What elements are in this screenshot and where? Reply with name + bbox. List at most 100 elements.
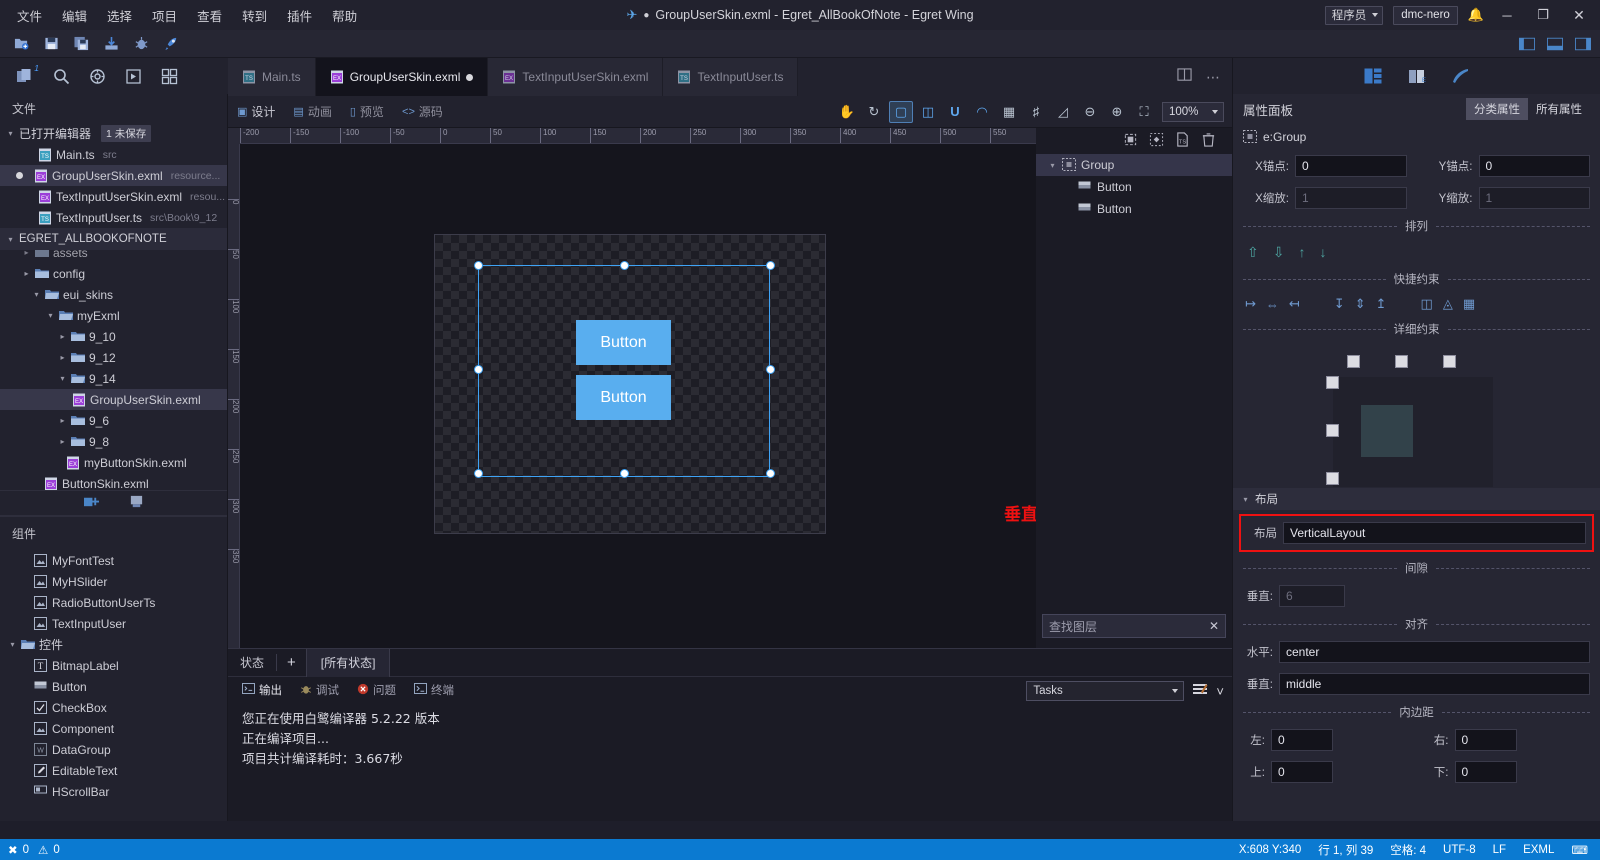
save-all-icon[interactable]	[68, 33, 95, 55]
tree-item-9-10[interactable]: 9_10	[0, 326, 227, 347]
tab-terminal[interactable]: 终端	[414, 682, 454, 698]
tab-groupuserskin-exml[interactable]: EX GroupUserSkin.exml	[315, 58, 489, 96]
zoom-in-icon[interactable]: ⊕	[1105, 101, 1129, 123]
encoding-setting[interactable]: UTF-8	[1443, 844, 1476, 856]
user-name-badge[interactable]: dmc-nero	[1393, 5, 1458, 25]
properties-icon[interactable]	[1362, 65, 1384, 87]
resize-handle-sw[interactable]	[474, 469, 483, 478]
component-item-radiobuttonuserts[interactable]: RadioButtonUserTs	[0, 592, 227, 613]
tree-item-buttonskin[interactable]: EX ButtonSkin.exml	[0, 473, 227, 490]
tree-item-9-12[interactable]: 9_12	[0, 347, 227, 368]
project-root-header[interactable]: EGRET_ALLBOOKOFNOTE	[0, 228, 227, 250]
menu-item-help[interactable]: 帮助	[323, 2, 366, 29]
feather-icon[interactable]	[1450, 65, 1472, 87]
constrain-vcenter-icon[interactable]: ⇕	[1355, 296, 1366, 312]
clear-output-icon[interactable]	[1192, 682, 1208, 700]
tab-debug[interactable]: 调试	[300, 682, 339, 698]
hand-tool-icon[interactable]: ✋	[835, 101, 859, 123]
create-ts-icon[interactable]: TS	[1175, 132, 1190, 150]
layout-icon[interactable]: ◫	[916, 101, 940, 123]
task-select[interactable]: Tasks	[1026, 681, 1185, 701]
layout-select[interactable]: VerticalLayout	[1283, 522, 1586, 544]
run-icon[interactable]	[158, 33, 185, 55]
user-role-select[interactable]: 程序员	[1324, 5, 1384, 25]
padding-top-input[interactable]: 0	[1271, 761, 1333, 783]
clear-search-icon[interactable]: ✕	[1209, 619, 1219, 633]
tree-item-myexml[interactable]: myExml	[0, 305, 227, 326]
layout-section-header[interactable]: 布局	[1233, 488, 1600, 510]
zoom-level-select[interactable]: 100%	[1162, 101, 1224, 122]
constraint-check-top-left[interactable]	[1347, 355, 1360, 368]
tree-item-mybuttonskin[interactable]: EX myButtonSkin.exml	[0, 452, 227, 473]
component-group-kongjian[interactable]: 控件	[0, 634, 227, 655]
delete-icon[interactable]	[1201, 132, 1216, 150]
seg-all-properties[interactable]: 所有属性	[1528, 98, 1590, 120]
maximize-button[interactable]: ❐	[1530, 0, 1556, 30]
resize-handle-e[interactable]	[766, 365, 775, 374]
gap-vertical-input[interactable]: 6	[1279, 585, 1345, 607]
send-to-back-icon[interactable]: ⇩	[1273, 244, 1285, 261]
component-item-datagroup[interactable]: W DataGroup	[0, 739, 227, 760]
zoom-out-icon[interactable]: ⊖	[1078, 101, 1102, 123]
opened-editor-item[interactable]: TS TextInputUser.ts src\Book\9_12	[0, 207, 227, 228]
resize-handle-n[interactable]	[620, 261, 629, 270]
align-vertical-select[interactable]: middle	[1279, 673, 1590, 695]
more-actions-icon[interactable]: ⋯	[1206, 69, 1220, 86]
corner-icon[interactable]: ◠	[970, 101, 994, 123]
constrain-hcenter-icon[interactable]: ⇔	[1266, 297, 1279, 312]
opened-editor-item[interactable]: EX TextInputUserSkin.exml resou...	[0, 186, 227, 207]
menu-item-plugin[interactable]: 插件	[278, 2, 321, 29]
layer-item-button-2[interactable]: Button	[1036, 198, 1232, 220]
padding-bottom-input[interactable]: 0	[1454, 761, 1517, 783]
toggle-left-panel-icon[interactable]	[1516, 33, 1538, 54]
x-scale-input[interactable]: 1	[1295, 187, 1407, 209]
component-item-checkbox[interactable]: CheckBox	[0, 697, 227, 718]
resize-handle-w[interactable]	[474, 365, 483, 374]
save-icon[interactable]	[38, 33, 65, 55]
layer-search-input[interactable]: 查找图层 ✕	[1042, 614, 1226, 638]
ruler-icon[interactable]: ◿	[1051, 101, 1075, 123]
tree-item-9-6[interactable]: 9_6	[0, 410, 227, 431]
component-item-bitmaplabel[interactable]: T BitmapLabel	[0, 655, 227, 676]
send-backward-icon[interactable]: ↓	[1319, 244, 1326, 261]
error-icon[interactable]: ✖	[8, 843, 18, 857]
eol-setting[interactable]: LF	[1493, 844, 1506, 856]
debug-icon[interactable]	[128, 33, 155, 55]
align-horizontal-select[interactable]: center	[1279, 641, 1590, 663]
y-scale-input[interactable]: 1	[1478, 187, 1590, 209]
curve-icon[interactable]: U	[943, 101, 967, 123]
menu-item-select[interactable]: 选择	[98, 2, 141, 29]
tree-item-groupuserskin[interactable]: EX GroupUserSkin.exml	[0, 389, 227, 410]
tree-item-9-14[interactable]: 9_14	[0, 368, 227, 389]
constraint-check-left-middle[interactable]	[1326, 424, 1339, 437]
constraint-check-left-top[interactable]	[1326, 376, 1339, 389]
component-item-component[interactable]: Component	[0, 718, 227, 739]
padding-left-input[interactable]: 0	[1271, 729, 1333, 751]
mode-design[interactable]: ▣ 设计	[228, 103, 284, 120]
select-icon[interactable]	[1123, 132, 1138, 150]
fill-height-icon[interactable]: ◬	[1443, 296, 1453, 312]
resize-handle-nw[interactable]	[474, 261, 483, 270]
component-item-editabletext[interactable]: EditableText	[0, 760, 227, 781]
tree-item-assets[interactable]: assets	[0, 250, 227, 263]
split-editor-icon[interactable]	[1177, 68, 1192, 86]
opened-editor-item[interactable]: EX GroupUserSkin.exml resource...	[0, 165, 227, 186]
component-item-button[interactable]: Button	[0, 676, 227, 697]
grid-icon[interactable]: ▦	[997, 101, 1021, 123]
constrain-right-icon[interactable]: ↤	[1289, 296, 1300, 312]
keyboard-icon[interactable]: ⌨	[1571, 843, 1588, 857]
cursor-position[interactable]: 行 1, 列 39	[1318, 842, 1373, 858]
mode-animation[interactable]: ▤ 动画	[284, 103, 340, 120]
opened-editors-header[interactable]: 已打开编辑器 1 未保存	[0, 122, 227, 144]
tree-item-9-8[interactable]: 9_8	[0, 431, 227, 452]
constraint-check-top-center[interactable]	[1395, 355, 1408, 368]
tab-problems[interactable]: 问题	[357, 682, 396, 698]
zoom-fit-icon[interactable]: ⛶	[1132, 101, 1156, 123]
new-file-icon[interactable]	[8, 33, 35, 55]
help-icon[interactable]: E	[1406, 65, 1428, 87]
refresh-icon[interactable]: ↻	[862, 101, 886, 123]
search-icon[interactable]	[50, 65, 72, 87]
menu-item-project[interactable]: 项目	[143, 2, 186, 29]
resize-handle-se[interactable]	[766, 469, 775, 478]
component-item-hscrollbar[interactable]: HScrollBar	[0, 781, 227, 802]
